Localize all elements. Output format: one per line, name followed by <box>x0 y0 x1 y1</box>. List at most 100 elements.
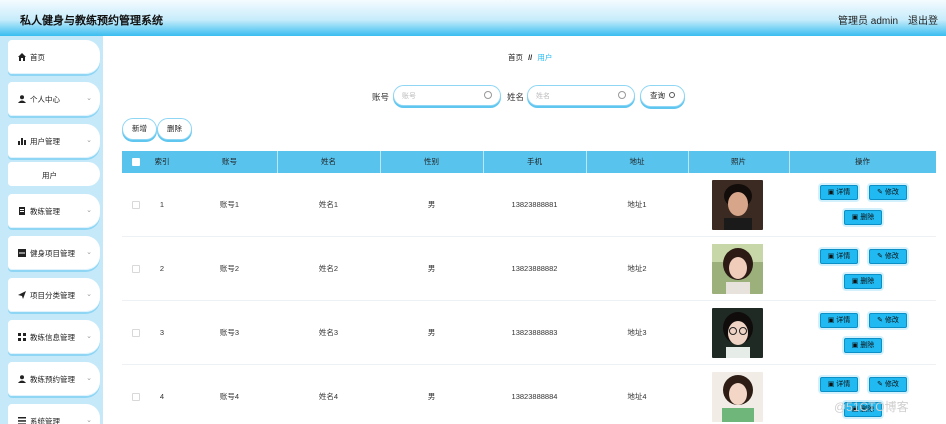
sidebar-item-label: 健身项目管理 <box>30 249 75 258</box>
trash-icon: ▣ <box>851 342 861 349</box>
account-search-label: 账号 <box>372 92 390 102</box>
cell-account: 账号1 <box>219 200 240 209</box>
edit-button[interactable]: ✎ 修改 <box>869 249 907 264</box>
trash-icon: ▣ <box>851 278 861 285</box>
cell-gender: 男 <box>427 392 436 401</box>
search-icon <box>618 91 626 99</box>
detail-button[interactable]: ▣ 详情 <box>820 249 858 264</box>
column-header-gender: 性别 <box>424 157 439 166</box>
edit-icon: ✎ <box>877 381 885 388</box>
cell-name: 姓名1 <box>318 200 339 209</box>
cell-address: 地址4 <box>627 392 647 401</box>
sidebar-item-user-management[interactable]: 用户管理 ⌄ <box>8 124 100 158</box>
sidebar-item-label: 项目分类管理 <box>30 291 75 300</box>
query-button-label: 查询 <box>649 91 665 100</box>
column-header-phone: 手机 <box>527 157 542 166</box>
sidebar-item-coach-management[interactable]: 教练管理 ⌄ <box>8 194 100 228</box>
column-header-account: 账号 <box>222 157 237 166</box>
document-icon <box>18 207 26 215</box>
chevron-down-icon: ⌄ <box>86 333 92 340</box>
select-all-checkbox[interactable] <box>132 158 140 166</box>
edit-icon: ✎ <box>877 253 885 260</box>
column-header-address: 地址 <box>629 157 645 166</box>
user-icon <box>18 95 26 103</box>
user-photo <box>712 180 763 230</box>
user-table: 索引 账号 姓名 性别 手机 地址 照片 操作 1 账号1 姓名1 男 1382… <box>122 151 936 424</box>
add-button[interactable]: 新增 <box>122 118 157 140</box>
row-checkbox[interactable] <box>132 201 140 209</box>
row-checkbox[interactable] <box>132 265 140 273</box>
cell-gender: 男 <box>427 264 436 273</box>
sidebar-item-home[interactable]: 首页 <box>8 40 100 74</box>
cell-account: 账号4 <box>219 392 240 401</box>
sidebar-item-project-category-management[interactable]: 项目分类管理 ⌄ <box>8 278 100 312</box>
table-row: 4 账号4 姓名4 男 13823888884 地址4 ▣ 详情 ✎ 修改 ▣ … <box>122 365 936 424</box>
trash-icon: ▣ <box>851 214 861 221</box>
row-checkbox[interactable] <box>132 329 140 337</box>
chevron-down-icon: ⌄ <box>86 95 92 102</box>
table-row: 1 账号1 姓名1 男 13823888881 地址1 ▣ 详情 ✎ 修改 ▣ … <box>122 173 936 237</box>
edit-button[interactable]: ✎ 修改 <box>869 185 907 200</box>
chevron-down-icon: ⌄ <box>86 291 92 298</box>
cell-phone: 13823888883 <box>511 328 558 337</box>
sidebar-item-users[interactable]: 用户 <box>8 162 100 186</box>
chevron-down-icon: ⌄ <box>86 137 92 144</box>
chevron-down-icon: ⌄ <box>86 249 92 256</box>
user-photo <box>712 372 763 422</box>
detail-button[interactable]: ▣ 详情 <box>820 313 858 328</box>
detail-button[interactable]: ▣ 详情 <box>820 185 858 200</box>
sidebar-item-label: 用户 <box>42 171 57 180</box>
query-button[interactable]: 查询 <box>640 85 685 107</box>
delete-button[interactable]: 删除 <box>157 118 192 140</box>
bar-chart-icon <box>18 137 26 145</box>
delete-row-button[interactable]: ▣ 删除 <box>844 274 882 289</box>
delete-row-button[interactable]: ▣ 删除 <box>844 338 882 353</box>
sidebar-item-label: 教练预约管理 <box>30 375 75 384</box>
table-row: 2 账号2 姓名2 男 13823888882 地址2 ▣ 详情 ✎ 修改 ▣ … <box>122 237 936 301</box>
cell-index: 3 <box>159 328 165 337</box>
table-row: 3 账号3 姓名3 男 13823888883 地址3 ▣ 详情 ✎ 修改 ▣ … <box>122 301 936 365</box>
detail-icon: ▣ <box>827 381 837 388</box>
sidebar-item-fitness-project-management[interactable]: 健身项目管理 ⌄ <box>8 236 100 270</box>
cell-phone: 13823888884 <box>511 392 558 401</box>
grid-icon <box>18 249 26 257</box>
delete-row-button[interactable]: ▣ 删除 <box>844 210 882 225</box>
row-checkbox[interactable] <box>132 393 140 401</box>
cell-name: 姓名3 <box>318 328 339 337</box>
cell-gender: 男 <box>427 328 436 337</box>
list-icon <box>18 417 26 424</box>
table-header: 索引 账号 姓名 性别 手机 地址 照片 操作 <box>122 151 936 173</box>
cell-gender: 男 <box>427 200 436 209</box>
name-search-input[interactable] <box>536 90 616 102</box>
cell-index: 2 <box>159 264 165 273</box>
home-icon <box>18 53 26 61</box>
search-icon <box>484 91 492 99</box>
sidebar-item-coach-info-management[interactable]: 教练信息管理 ⌄ <box>8 320 100 354</box>
detail-button[interactable]: ▣ 详情 <box>820 377 858 392</box>
column-header-index: 索引 <box>154 157 170 166</box>
cell-name: 姓名2 <box>318 264 339 273</box>
user-photo <box>712 308 763 358</box>
sidebar-item-label: 用户管理 <box>30 137 60 146</box>
sidebar-item-coach-booking-management[interactable]: 教练预约管理 ⌄ <box>8 362 100 396</box>
column-header-actions: 操作 <box>855 157 870 166</box>
edit-button[interactable]: ✎ 修改 <box>869 313 907 328</box>
cell-account: 账号3 <box>219 328 240 337</box>
sidebar-item-label: 首页 <box>30 53 45 62</box>
cell-name: 姓名4 <box>318 392 339 401</box>
edit-button[interactable]: ✎ 修改 <box>869 377 907 392</box>
cell-phone: 13823888881 <box>511 200 558 209</box>
name-search-field[interactable] <box>527 85 635 106</box>
sidebar-item-label: 个人中心 <box>30 95 60 104</box>
sidebar-item-label: 系统管理 <box>30 417 60 424</box>
account-search-input[interactable] <box>402 90 482 102</box>
account-search-field[interactable] <box>393 85 501 106</box>
breadcrumb-current: 用户 <box>537 53 553 62</box>
apps-icon <box>18 333 26 341</box>
logout-link[interactable]: 退出登 <box>908 12 938 27</box>
breadcrumb-home[interactable]: 首页 <box>508 53 523 62</box>
sidebar-item-personal-center[interactable]: 个人中心 ⌄ <box>8 82 100 116</box>
cell-index: 4 <box>159 392 165 401</box>
chevron-down-icon: ⌄ <box>86 417 92 424</box>
sidebar-item-system-management[interactable]: 系统管理 ⌄ <box>8 404 100 424</box>
